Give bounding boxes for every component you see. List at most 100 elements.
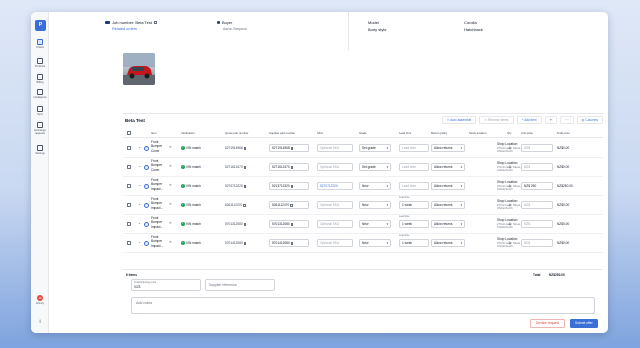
chevron-down-icon[interactable]: ⌄ <box>138 221 141 225</box>
supplier-part-number-input[interactable]: 5701412080 <box>269 239 309 247</box>
sku-input[interactable]: Optional SKU <box>317 144 353 152</box>
supplier-part-number-input[interactable]: 5213712320 <box>269 182 309 190</box>
total-shipping-field[interactable]: Total shipping price NZ$ <box>131 279 201 291</box>
lead-time-input[interactable]: Lead time <box>399 144 429 152</box>
return-policy-select[interactable]: Allow returns ▾ <box>431 163 465 171</box>
copy-icon[interactable] <box>243 203 246 207</box>
chevron-down-icon: ▾ <box>460 146 462 150</box>
columns-button[interactable]: ▥ Columns <box>576 115 603 124</box>
close-icon[interactable]: ✕ <box>169 164 172 168</box>
copy-icon[interactable] <box>290 222 294 226</box>
body-style-label: Body style <box>368 27 387 32</box>
lead-time-input[interactable]: Lead time <box>399 182 429 190</box>
quote-title: Beta Test <box>125 118 145 123</box>
submit-offer-button[interactable]: Submit offer <box>570 319 598 328</box>
unit-price-input[interactable]: NZ$ 250 <box>521 182 553 190</box>
close-icon[interactable]: ✕ <box>169 145 172 149</box>
app-logo[interactable]: P <box>35 20 46 31</box>
sidebar-item-sync[interactable]: Sync <box>31 106 49 116</box>
supplier-part-number-input[interactable]: 5701312080 <box>269 220 309 228</box>
copy-icon[interactable] <box>243 222 247 226</box>
sidebar-item-billing[interactable]: Billing <box>31 74 49 84</box>
undo-button[interactable]: ↶ <box>544 115 558 124</box>
item-desc-line: Cover <box>151 148 160 153</box>
return-policy-select[interactable]: Allow returns ▾ <box>431 220 465 228</box>
unit-price-input[interactable]: NZ$ <box>521 239 553 247</box>
return-policy-select[interactable]: Allow returns ▾ <box>431 144 465 152</box>
copy-icon[interactable] <box>290 146 294 150</box>
row-checkbox[interactable] <box>127 165 131 169</box>
sidebar-item-products[interactable]: Products <box>31 58 49 68</box>
auto-assemble-button[interactable]: ✦ Auto assemble <box>441 115 477 124</box>
row-checkbox[interactable] <box>127 241 131 245</box>
chevron-down-icon[interactable]: ⌄ <box>138 164 141 168</box>
return-policy-select[interactable]: Allow returns ▾ <box>431 239 465 247</box>
sku-input[interactable]: Optional SKU <box>317 239 353 247</box>
copy-icon[interactable] <box>243 165 247 169</box>
main-content: Job number: Beta Test Related orders Buy… <box>49 12 608 333</box>
supplier-part-number-input[interactable]: 5271612470 <box>269 163 309 171</box>
close-icon[interactable]: ✕ <box>169 221 172 225</box>
return-policy-select[interactable]: Allow returns ▾ <box>431 201 465 209</box>
row-checkbox[interactable] <box>127 222 131 226</box>
add-item-button[interactable]: + Add item <box>516 115 542 124</box>
sidebar-item-orders[interactable]: Orders <box>31 39 49 49</box>
unit-price-input[interactable]: NZ$ <box>521 201 553 209</box>
copy-icon[interactable] <box>290 241 294 245</box>
grade-select[interactable]: New ▾ <box>359 182 391 190</box>
sku-input[interactable]: Optional SKU <box>317 220 353 228</box>
lead-time-input[interactable]: 1 week <box>399 239 429 247</box>
copy-icon[interactable] <box>290 184 294 188</box>
sku-input[interactable]: Optional SKU <box>317 163 353 171</box>
row-checkbox[interactable] <box>127 184 131 188</box>
lead-time-input[interactable]: 1 week <box>399 220 429 228</box>
column-header: Quote part number <box>225 131 249 135</box>
close-icon[interactable]: ✕ <box>169 240 172 244</box>
chevron-down-icon[interactable]: ⌄ <box>138 240 141 244</box>
copy-icon[interactable] <box>243 241 247 245</box>
copy-icon[interactable] <box>290 203 293 207</box>
remove-items-button[interactable]: ▭ Remove items <box>479 115 514 124</box>
supplier-part-number-input[interactable]: 5271914968 <box>269 144 309 152</box>
copy-icon[interactable] <box>290 165 294 169</box>
sku-input[interactable]: Optional SKU <box>317 201 353 209</box>
grade-select[interactable]: New ▾ <box>359 201 391 209</box>
grade-select[interactable]: New ▾ <box>359 239 391 247</box>
row-checkbox[interactable] <box>127 203 131 207</box>
close-icon[interactable]: ✕ <box>169 183 172 187</box>
lead-time-label: Lead time <box>399 215 410 218</box>
help-icon[interactable]: i <box>37 319 43 325</box>
close-icon[interactable]: ✕ <box>169 202 172 206</box>
supplier-reference-field[interactable]: Supplier reference <box>205 279 275 291</box>
sidebar-item-activity[interactable]: 10 Activity <box>31 295 49 305</box>
chevron-down-icon[interactable]: ⌄ <box>138 202 141 206</box>
unit-price-input[interactable]: NZ$ <box>521 144 553 152</box>
copy-icon[interactable] <box>243 184 247 188</box>
lead-time-input[interactable]: Lead time <box>399 163 429 171</box>
sku-input[interactable]: 5270712220 <box>317 182 353 190</box>
lead-time-input[interactable]: 1 week <box>399 201 429 209</box>
more-button[interactable]: ··· <box>560 115 574 124</box>
unit-price-input[interactable]: NZ$ <box>521 163 553 171</box>
vehicle-photo[interactable] <box>123 53 155 85</box>
add-notes-field[interactable]: Add notes <box>131 297 595 314</box>
sidebar-item-exchange-requests[interactable]: Exchange requests <box>31 122 49 135</box>
return-policy-select[interactable]: Allow returns ▾ <box>431 182 465 190</box>
sidebar-item-intelligence[interactable]: Intelligence <box>31 89 49 99</box>
select-all-checkbox[interactable] <box>127 131 131 135</box>
row-checkbox[interactable] <box>127 146 131 150</box>
sidebar-item-settings[interactable]: Settings <box>31 145 49 155</box>
copy-icon[interactable] <box>243 146 247 150</box>
chevron-down-icon: ▾ <box>386 146 388 150</box>
grade-select[interactable]: Set grade ▾ <box>359 144 391 152</box>
related-orders-link[interactable]: Related orders <box>112 27 157 31</box>
decline-request-button[interactable]: Decline request <box>530 319 565 328</box>
return-policy-value: Allow returns <box>434 146 453 150</box>
grade-select[interactable]: New ▾ <box>359 220 391 228</box>
supplier-part-number-input[interactable]: 5261112470 <box>269 201 309 209</box>
copy-icon[interactable] <box>154 21 157 25</box>
grade-select[interactable]: Set grade ▾ <box>359 163 391 171</box>
chevron-down-icon[interactable]: ⌄ <box>138 145 141 149</box>
chevron-down-icon[interactable]: ⌄ <box>138 183 141 187</box>
unit-price-input[interactable]: NZ$ <box>521 220 553 228</box>
